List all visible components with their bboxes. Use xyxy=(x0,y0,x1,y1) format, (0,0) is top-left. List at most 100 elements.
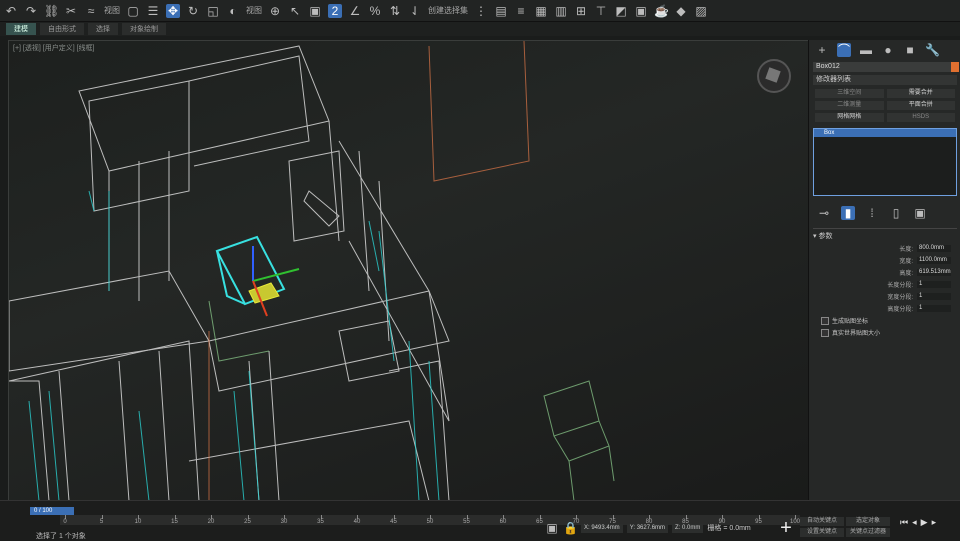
tab-freeform[interactable]: 自由形式 xyxy=(40,23,84,35)
display-tab-icon[interactable]: ■ xyxy=(903,43,917,57)
angle-snap-icon[interactable]: ∠ xyxy=(348,4,362,18)
redo-icon[interactable]: ↷ xyxy=(24,4,38,18)
param-spinner[interactable]: 1 xyxy=(917,305,951,312)
param-spinner[interactable]: 1 xyxy=(917,281,951,288)
render-icon[interactable]: ☕ xyxy=(654,4,669,18)
unlink-icon[interactable]: ✂ xyxy=(64,4,78,18)
motion-tab-icon[interactable]: ● xyxy=(881,43,895,57)
checkbox-box[interactable] xyxy=(821,328,829,337)
param-spinner[interactable]: 800.0mm xyxy=(917,245,951,252)
gen-mapping-checkbox[interactable]: 生成贴图坐标 xyxy=(821,316,949,325)
snap-toggle-icon[interactable]: 2 xyxy=(328,3,342,18)
lock-selection-icon[interactable]: 🔒 xyxy=(563,521,578,535)
create-tab-icon[interactable]: + xyxy=(815,43,829,57)
viewcube[interactable] xyxy=(757,59,791,93)
render-production-icon[interactable]: ◆ xyxy=(674,4,688,18)
layer-explorer-icon[interactable]: ≡ xyxy=(514,4,528,18)
configure-sets-icon[interactable]: ▣ xyxy=(913,206,927,220)
utilities-tab-icon[interactable]: 🔧 xyxy=(925,43,940,57)
param-label: 高度: xyxy=(899,271,913,277)
align-icon[interactable]: ▤ xyxy=(494,4,508,18)
show-end-result-icon[interactable]: ▮ xyxy=(841,206,855,220)
pivot-icon[interactable]: ⊕ xyxy=(268,4,282,18)
key-filters-button[interactable]: 关键点过滤器 xyxy=(846,528,890,537)
perspective-viewport[interactable]: [+] [透视] [用户定义] [线框] xyxy=(8,40,810,502)
move-icon[interactable]: ✥ xyxy=(166,3,180,18)
ribbon-icon[interactable]: ▦ xyxy=(534,4,548,18)
rollout-title[interactable]: ▾ 参数 xyxy=(813,231,957,241)
time-slider[interactable]: 0 / 100 xyxy=(30,507,74,515)
ruler-tick-label: 30 xyxy=(280,519,288,525)
auto-key-button[interactable]: 自动关键点 xyxy=(800,517,844,526)
modifier-button[interactable]: 二维测量 xyxy=(815,101,884,110)
tab-modeling[interactable]: 建模 xyxy=(6,23,36,35)
param-height: 高度: 619.513mm xyxy=(819,268,951,277)
keyboard-shortcut-icon[interactable]: ▣ xyxy=(308,4,322,18)
make-unique-icon[interactable]: ⁞ xyxy=(865,206,879,220)
ruler-tick-label: 5 xyxy=(99,519,104,525)
tab-object-paint[interactable]: 对象绘制 xyxy=(122,23,166,35)
edit-named-selection-icon[interactable]: ⇃ xyxy=(408,4,422,18)
set-key-button[interactable]: 设置关键点 xyxy=(800,528,844,537)
coord-x[interactable]: X: 9493.4mm xyxy=(581,523,623,533)
modifier-stack-item[interactable]: Box xyxy=(814,129,956,137)
remove-modifier-icon[interactable]: ▯ xyxy=(889,206,903,220)
named-selection-dropdown[interactable]: 创建选择集 xyxy=(428,5,468,16)
undo-icon[interactable]: ↶ xyxy=(4,4,18,18)
param-spinner[interactable]: 619.513mm xyxy=(917,269,951,276)
pin-stack-icon[interactable]: ⊸ xyxy=(817,206,831,220)
ruler-tick-label: 95 xyxy=(755,519,762,525)
tab-selection[interactable]: 选择 xyxy=(88,23,118,35)
modifier-button[interactable]: 需要合并 xyxy=(886,89,955,98)
rotate-icon[interactable]: ↻ xyxy=(186,4,200,18)
select-object-icon[interactable]: ▢ xyxy=(126,4,140,18)
playback-controls: ⏮ ◂ ▶ ▸ xyxy=(900,517,936,528)
param-width: 宽度: 1100.0mm xyxy=(819,256,951,265)
real-world-map-checkbox[interactable]: 真实世界贴图大小 xyxy=(821,328,949,337)
modifier-button[interactable]: HSDS xyxy=(886,113,955,122)
animation-key-controls: 自动关键点 选定对象 设置关键点 关键点过滤器 xyxy=(800,517,890,537)
hierarchy-tab-icon[interactable]: ▬ xyxy=(859,43,873,57)
view-dropdown[interactable]: 视图 xyxy=(104,5,120,16)
a360-icon[interactable]: ▨ xyxy=(694,4,708,18)
parameters-rollout: ▾ 参数 长度: 800.0mm 宽度: 1100.0mm 高度: 619.513mm… xyxy=(813,228,957,337)
play-icon[interactable]: ▶ xyxy=(921,517,928,528)
coord-z[interactable]: Z: 0.0mm xyxy=(672,523,704,533)
scale-icon[interactable]: ◱ xyxy=(206,4,220,18)
param-spinner[interactable]: 1100.0mm xyxy=(917,257,951,264)
modify-tab-icon[interactable]: ⌒ xyxy=(837,43,851,57)
mirror-icon[interactable]: ⋮ xyxy=(474,4,488,18)
percent-snap-icon[interactable]: % xyxy=(368,4,382,18)
schematic-view-icon[interactable]: ⊞ xyxy=(574,4,588,18)
curve-editor-icon[interactable]: ▥ xyxy=(554,4,568,18)
viewcube-face[interactable] xyxy=(765,67,781,83)
go-to-start-icon[interactable]: ⏮ xyxy=(900,517,908,528)
spinner-snap-icon[interactable]: ⇅ xyxy=(388,4,402,18)
modifier-button[interactable]: 三维空间 xyxy=(815,89,884,98)
coord-y[interactable]: Y: 3627.6mm xyxy=(626,523,669,533)
checkbox-box[interactable] xyxy=(821,316,829,325)
param-spinner[interactable]: 1 xyxy=(917,293,951,300)
select-manipulate-icon[interactable]: ↖ xyxy=(288,4,302,18)
link-icon[interactable]: ⛓ xyxy=(44,4,59,18)
select-by-name-icon[interactable]: ☰ xyxy=(146,4,160,18)
isolate-icon[interactable]: ▣ xyxy=(545,521,559,535)
bind-spacewarp-icon[interactable]: ≈ xyxy=(84,4,98,18)
modifier-list-dropdown[interactable]: 修改器列表 xyxy=(813,75,957,85)
coord-system-dropdown[interactable]: 视图 xyxy=(246,5,262,16)
object-name-field[interactable]: Box012 xyxy=(813,62,959,72)
object-color-swatch[interactable] xyxy=(951,62,959,72)
modifier-stack[interactable]: Box xyxy=(813,128,957,196)
placement-icon[interactable]: ◐ xyxy=(226,4,240,18)
prev-frame-icon[interactable]: ◂ xyxy=(912,517,917,528)
render-setup-icon[interactable]: ◩ xyxy=(614,4,628,18)
stack-controls: ⊸ ▮ ⁞ ▯ ▣ xyxy=(809,202,960,224)
ribbon-tabs: 建模 自由形式 选择 对象绘制 xyxy=(0,22,960,36)
material-editor-icon[interactable]: ⊤ xyxy=(594,4,608,18)
selected-dropdown[interactable]: 选定对象 xyxy=(846,517,890,526)
rendered-frame-icon[interactable]: ▣ xyxy=(634,4,648,18)
modifier-button[interactable]: 平面合拼 xyxy=(886,101,955,110)
next-frame-icon[interactable]: ▸ xyxy=(932,517,937,528)
add-time-tag-icon[interactable]: + xyxy=(775,517,797,539)
modifier-button[interactable]: 网格网格 xyxy=(815,113,884,122)
